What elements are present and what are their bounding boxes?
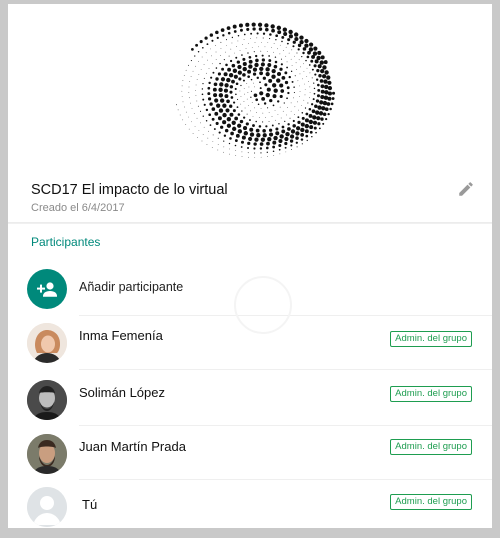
participant-avatar (27, 434, 67, 474)
edit-group-button[interactable] (457, 180, 475, 198)
participant-row[interactable]: Solimán López Admin. del grupo (8, 372, 492, 426)
group-created-date: Creado el 6/4/2017 (31, 202, 125, 214)
participant-avatar (27, 323, 67, 363)
group-header: SCD17 El impacto de lo virtual Creado el… (8, 4, 492, 223)
group-info-panel: SCD17 El impacto de lo virtual Creado el… (8, 4, 492, 528)
participant-avatar (27, 487, 67, 527)
admin-badge: Admin. del grupo (390, 439, 472, 455)
person-photo (27, 380, 67, 420)
halftone-spiral-image (174, 16, 336, 178)
participant-name: Juan Martín Prada (79, 439, 186, 454)
add-participant-label: Añadir participante (79, 280, 184, 294)
admin-badge: Admin. del grupo (390, 494, 472, 510)
participant-name: Solimán López (79, 385, 165, 400)
participants-label: Participantes (31, 235, 101, 249)
loading-spinner (234, 276, 292, 334)
row-divider (79, 369, 492, 370)
default-user-icon (27, 487, 67, 527)
admin-badge: Admin. del grupo (390, 331, 472, 347)
pencil-icon (459, 182, 473, 196)
group-avatar[interactable] (174, 16, 336, 178)
participant-row[interactable]: Juan Martín Prada Admin. del grupo (8, 426, 492, 480)
participant-avatar (27, 380, 67, 420)
person-photo (27, 323, 67, 363)
participant-name: Inma Femenía (79, 328, 163, 343)
add-person-icon (37, 282, 57, 297)
admin-badge: Admin. del grupo (390, 386, 472, 402)
participant-row[interactable]: Tú Admin. del grupo (8, 480, 492, 528)
participant-name: Tú (82, 497, 98, 512)
person-photo (27, 434, 67, 474)
add-participant-circle (27, 269, 67, 309)
group-title: SCD17 El impacto de lo virtual (31, 182, 228, 198)
participants-section: Participantes Añadir participante Inma F… (8, 223, 492, 528)
